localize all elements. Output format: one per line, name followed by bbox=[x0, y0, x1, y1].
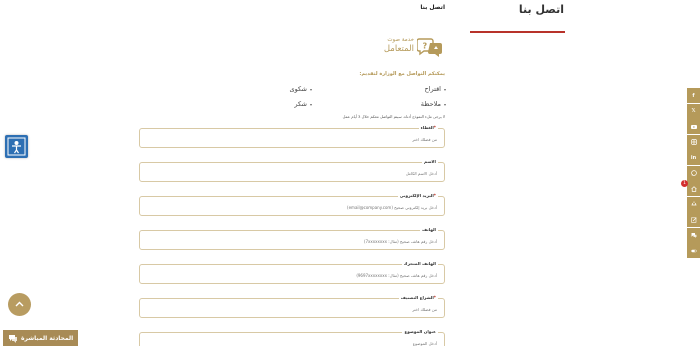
toggle-icon[interactable] bbox=[687, 243, 700, 258]
speech-bubbles-icon: ? bbox=[417, 38, 442, 57]
email-input[interactable] bbox=[147, 205, 437, 210]
type-option-complaint[interactable]: ▾شكوى bbox=[252, 85, 313, 93]
type-option-thanks[interactable]: ▾شكر bbox=[252, 100, 312, 108]
title-underline bbox=[470, 31, 565, 33]
customer-voice-logo: خدمة صوت المتعامل ? bbox=[372, 36, 444, 58]
type-label: شكر bbox=[294, 100, 307, 108]
sitemap-icon[interactable] bbox=[687, 196, 700, 212]
phone-field[interactable]: الهاتف bbox=[139, 227, 445, 250]
chat-icon[interactable] bbox=[687, 227, 700, 243]
logo-line1: خدمة صوت bbox=[387, 37, 414, 43]
accessibility-widget[interactable] bbox=[5, 135, 28, 158]
logo-line2: المتعامل bbox=[383, 43, 414, 54]
name-field[interactable]: الاسم bbox=[139, 159, 445, 182]
scroll-top-button[interactable] bbox=[8, 293, 31, 316]
name-input[interactable] bbox=[147, 171, 437, 176]
bullet-icon: ▾ bbox=[443, 87, 446, 92]
required-mark: * bbox=[433, 125, 436, 130]
phone-input[interactable] bbox=[147, 239, 437, 244]
field-label: الهاتف bbox=[420, 227, 438, 232]
required-mark: * bbox=[433, 193, 436, 198]
mobile-field[interactable]: الهاتف المتحرك bbox=[139, 261, 445, 284]
whatsapp-icon[interactable] bbox=[687, 165, 700, 181]
chevron-up-icon bbox=[15, 301, 24, 307]
linkedin-icon[interactable]: in bbox=[687, 150, 700, 165]
required-mark: * bbox=[433, 295, 436, 300]
live-chat-button[interactable]: المحادثة المباشرة bbox=[3, 330, 78, 346]
subject-input[interactable] bbox=[147, 341, 437, 346]
customer-voice-text: خدمة صوت المتعامل bbox=[372, 37, 414, 54]
bullet-icon: ▾ bbox=[309, 102, 312, 107]
form-note: لا يرجى ملء النموذج أدناه. سيتم التواصل … bbox=[342, 114, 445, 119]
field-label: الهاتف المتحرك bbox=[401, 261, 438, 266]
bullet-icon: ▾ bbox=[309, 87, 312, 92]
bullet-icon: ▾ bbox=[443, 102, 446, 107]
field-label: *البريد الإلكتروني bbox=[397, 193, 438, 198]
email-field[interactable]: *البريد الإلكتروني bbox=[139, 193, 445, 216]
accessibility-icon bbox=[7, 137, 26, 156]
chat-label: المحادثة المباشرة bbox=[21, 334, 74, 342]
edit-icon[interactable] bbox=[687, 212, 700, 227]
youtube-icon[interactable] bbox=[687, 119, 700, 134]
home-icon[interactable] bbox=[687, 181, 700, 196]
field-label: عنوان الموضوع bbox=[402, 329, 438, 334]
field-label: *الغطاء bbox=[418, 125, 438, 130]
classification-input[interactable] bbox=[147, 307, 437, 312]
instagram-icon[interactable] bbox=[687, 134, 700, 150]
choose-type-heading: يمكنكم التواصل مع الوزارة لتقديم: bbox=[359, 71, 445, 77]
social-bar: f 𝕏 in bbox=[687, 88, 700, 259]
category-input[interactable] bbox=[147, 137, 437, 142]
field-label: الاسم bbox=[422, 159, 438, 164]
page-title: اتصل بنا bbox=[518, 3, 564, 16]
facebook-icon[interactable]: f bbox=[687, 88, 700, 103]
mobile-input[interactable] bbox=[147, 273, 437, 278]
type-label: اقتراح bbox=[424, 85, 441, 93]
classification-select[interactable]: *الشراع التصنيف bbox=[139, 295, 445, 318]
chat-bubble-icon bbox=[9, 334, 17, 343]
notification-badge: 1 bbox=[681, 180, 688, 187]
type-option-remark[interactable]: ▾ملاحظة bbox=[386, 100, 446, 108]
x-icon[interactable]: 𝕏 bbox=[687, 103, 700, 119]
category-select[interactable]: *الغطاء bbox=[139, 125, 445, 148]
type-label: ملاحظة bbox=[420, 100, 441, 108]
type-option-suggestion[interactable]: ▾اقتراح bbox=[386, 85, 446, 93]
svg-text:?: ? bbox=[423, 42, 428, 51]
breadcrumb-current: اتصل بنا bbox=[420, 4, 445, 11]
type-label: شكوى bbox=[289, 85, 307, 93]
subject-field[interactable]: عنوان الموضوع bbox=[139, 329, 445, 346]
field-label: *الشراع التصنيف bbox=[398, 295, 438, 300]
